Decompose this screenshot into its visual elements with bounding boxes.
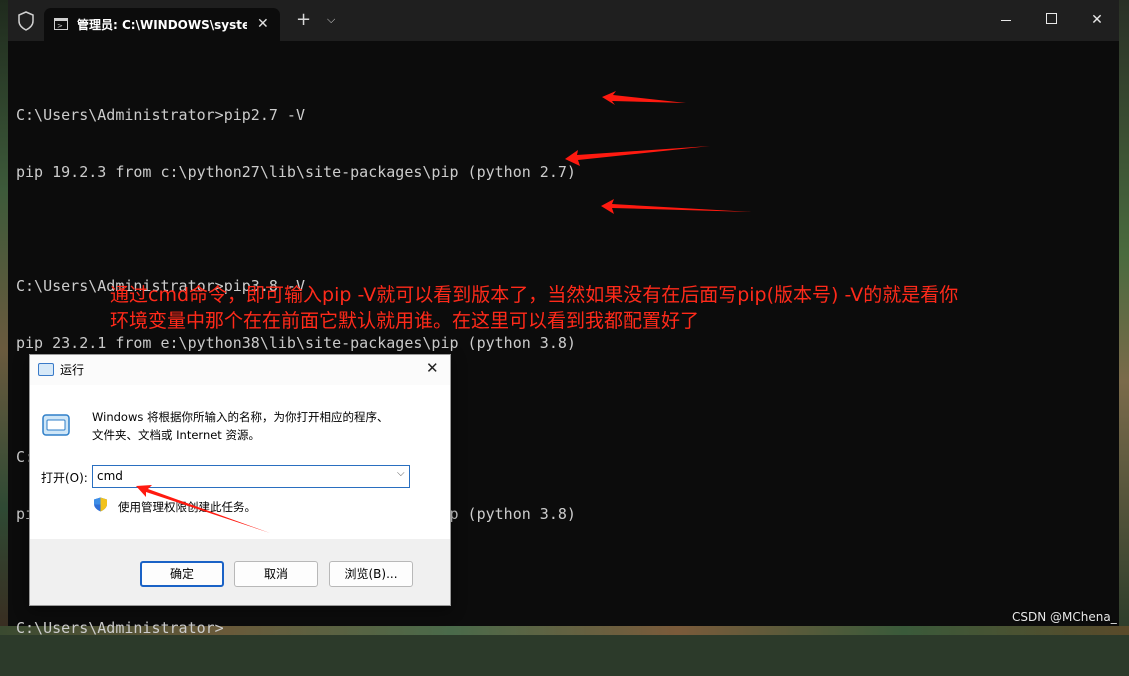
arrow-annotation (565, 146, 710, 166)
annotation-arrows (136, 91, 752, 533)
arrow-annotation (602, 91, 686, 105)
watermark: CSDN @MChena_ (1012, 610, 1117, 624)
arrow-annotation (601, 199, 752, 214)
arrow-annotation (136, 485, 270, 533)
